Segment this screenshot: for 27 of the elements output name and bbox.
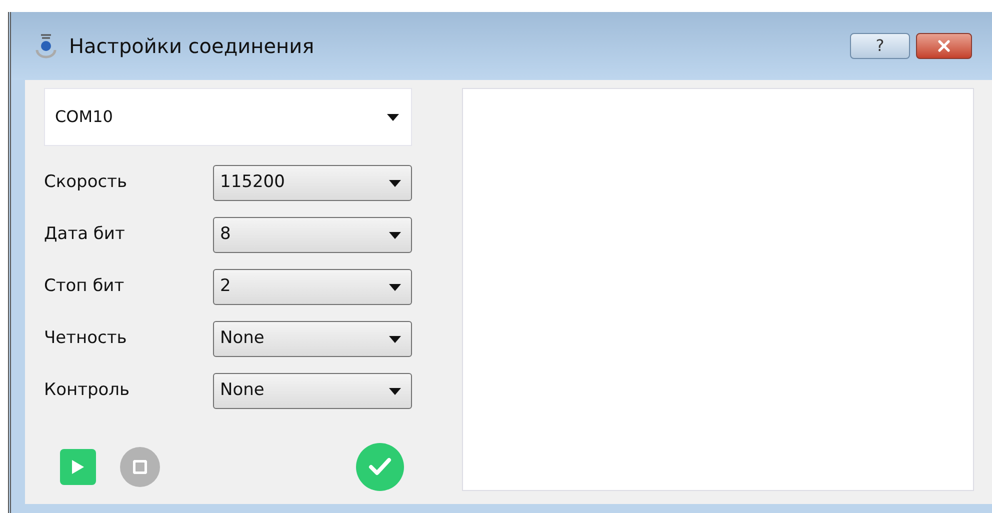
port-dropdown[interactable]: COM10 xyxy=(44,88,412,146)
dropdown-caret-icon xyxy=(387,114,399,120)
dropdown-caret-icon xyxy=(389,388,401,394)
setting-label: Дата бит xyxy=(44,223,126,246)
window-title: Настройки соединения xyxy=(69,33,314,60)
setting-dropdown[interactable]: 2 xyxy=(213,269,412,305)
setting-label: Скорость xyxy=(44,171,128,194)
close-icon xyxy=(935,37,953,55)
dropdown-caret-icon xyxy=(389,336,401,342)
setting-label: Стоп бит xyxy=(44,275,126,298)
help-button[interactable]: ? xyxy=(850,33,910,59)
stop-icon xyxy=(133,460,147,474)
setting-dropdown[interactable]: 8 xyxy=(213,217,412,253)
setting-dropdown[interactable]: 115200 xyxy=(213,165,412,201)
checkmark-icon xyxy=(368,457,392,477)
setting-dropdown[interactable]: None xyxy=(213,321,412,357)
dropdown-caret-icon xyxy=(389,284,401,290)
play-icon xyxy=(71,459,85,475)
setting-dropdown[interactable]: None xyxy=(213,373,412,409)
dropdown-caret-icon xyxy=(389,180,401,186)
setting-label: Четность xyxy=(44,327,128,350)
play-button[interactable] xyxy=(60,449,96,485)
app-icon xyxy=(35,33,57,59)
dropdown-caret-icon xyxy=(389,232,401,238)
confirm-button[interactable] xyxy=(356,443,404,491)
setting-label: Контроль xyxy=(44,379,131,402)
close-button[interactable] xyxy=(916,33,972,59)
